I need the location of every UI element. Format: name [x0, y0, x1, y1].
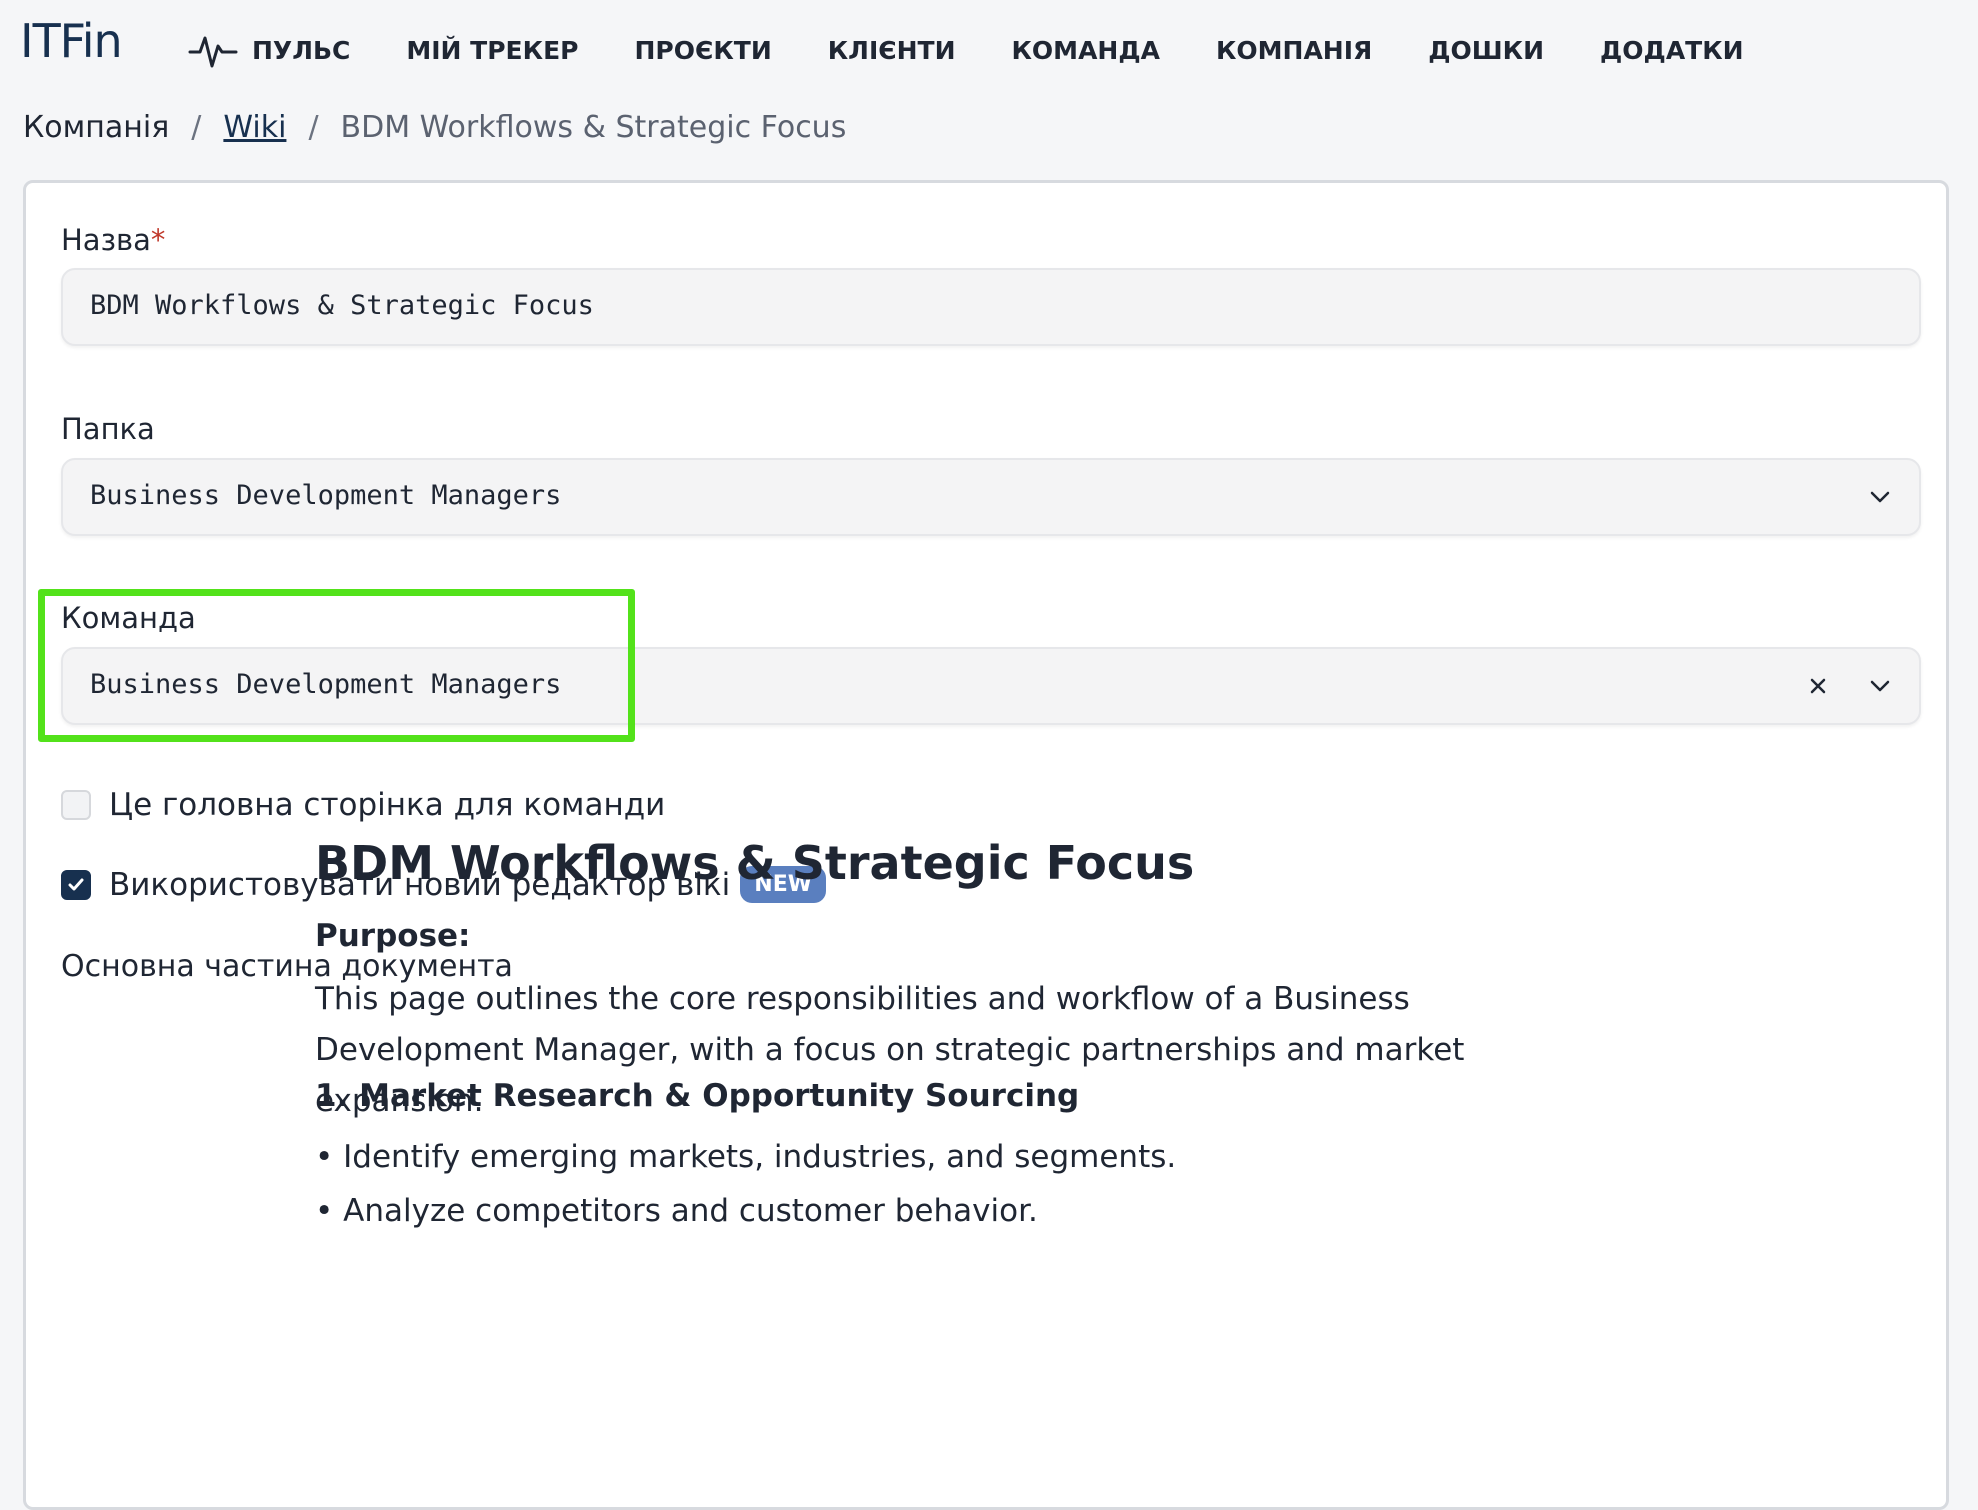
main-page-checkbox-label: Це головна сторінка для команди — [109, 787, 666, 823]
main-nav: ПУЛЬС МІЙ ТРЕКЕР ПРОЄКТИ КЛІЄНТИ КОМАНДА… — [188, 30, 1800, 70]
nav-item-pulse[interactable]: ПУЛЬС — [188, 30, 350, 70]
nav-item-team[interactable]: КОМАНДА — [1012, 36, 1160, 65]
document-title: BDM Workflows & Strategic Focus — [315, 836, 1195, 890]
breadcrumb-company[interactable]: Компанія — [23, 110, 169, 145]
pulse-icon — [188, 30, 238, 70]
nav-item-company[interactable]: КОМПАНІЯ — [1216, 36, 1372, 65]
wiki-editor-content[interactable]: BDM Workflows & Strategic Focus Purpose:… — [315, 836, 1615, 1229]
name-label-text: Назва — [61, 223, 151, 257]
breadcrumb-separator: / — [308, 110, 319, 145]
folder-field-label: Папка — [61, 412, 155, 446]
breadcrumb-wiki-link[interactable]: Wiki — [223, 110, 286, 145]
chevron-down-icon[interactable] — [1865, 482, 1895, 512]
team-field-label: Команда — [61, 601, 196, 635]
nav-item-my-tracker[interactable]: МІЙ ТРЕКЕР — [406, 36, 578, 65]
nav-item-addons[interactable]: ДОДАТКИ — [1600, 36, 1744, 65]
nav-item-label: ПУЛЬС — [252, 35, 351, 65]
new-editor-checkbox[interactable] — [61, 869, 91, 900]
required-mark: * — [150, 223, 166, 257]
top-navigation: ITFin ПУЛЬС МІЙ ТРЕКЕР ПРОЄКТИ КЛІЄНТИ К… — [0, 0, 1978, 96]
team-select[interactable]: Business Development Managers — [61, 647, 1921, 725]
folder-select[interactable]: Business Development Managers — [61, 458, 1921, 536]
nav-item-clients[interactable]: КЛІЄНТИ — [828, 36, 956, 65]
name-input[interactable]: BDM Workflows & Strategic Focus — [61, 268, 1921, 346]
name-field-label: Назва* — [61, 223, 165, 257]
section-bullet-list: • Identify emerging markets, industries,… — [315, 1130, 1176, 1238]
breadcrumb-current-page: BDM Workflows & Strategic Focus — [340, 110, 847, 145]
breadcrumb: Компанія / Wiki / BDM Workflows & Strate… — [23, 110, 846, 145]
purpose-heading: Purpose: — [315, 918, 471, 954]
chevron-down-icon[interactable] — [1865, 671, 1895, 701]
nav-item-boards[interactable]: ДОШКИ — [1428, 36, 1544, 65]
app-logo[interactable]: ITFin — [20, 14, 123, 68]
list-item: • Analyze competitors and customer behav… — [315, 1193, 1038, 1229]
check-icon — [68, 878, 84, 890]
team-select-value: Business Development Managers — [90, 669, 562, 700]
breadcrumb-separator: / — [191, 110, 202, 145]
nav-item-projects[interactable]: ПРОЄКТИ — [634, 36, 771, 65]
close-icon[interactable] — [1805, 673, 1831, 699]
name-input-value: BDM Workflows & Strategic Focus — [90, 290, 594, 321]
main-page-checkbox-row[interactable]: Це головна сторінка для команди — [61, 787, 665, 823]
main-page-checkbox[interactable] — [61, 790, 91, 820]
section-heading: 1. Market Research & Opportunity Sourcin… — [315, 1078, 1080, 1114]
folder-select-value: Business Development Managers — [90, 480, 562, 511]
list-item: • Identify emerging markets, industries,… — [315, 1139, 1177, 1175]
